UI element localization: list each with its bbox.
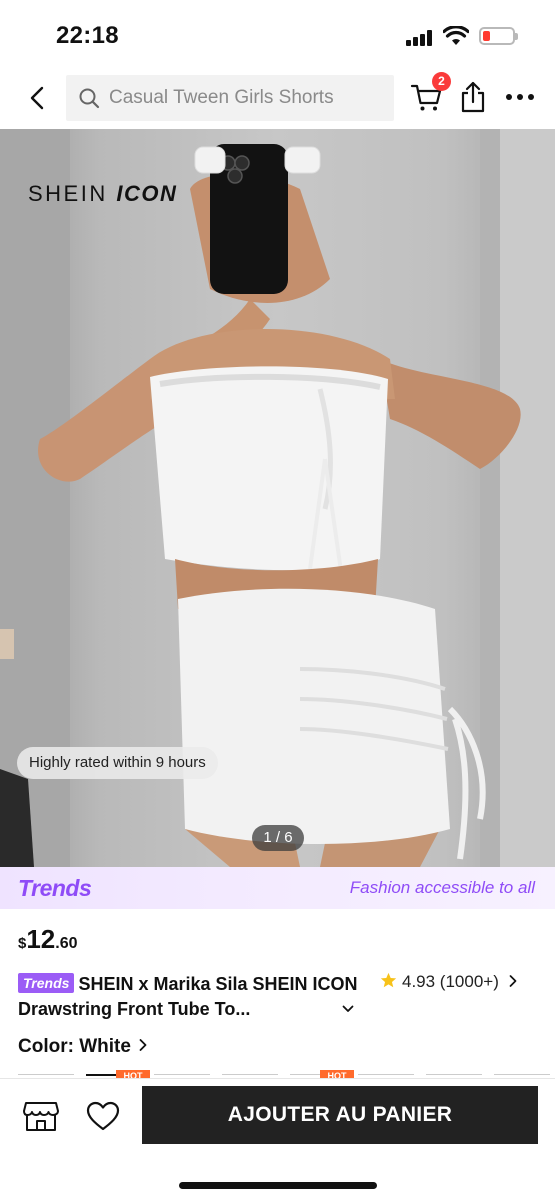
- hot-tag: HOT: [320, 1070, 354, 1078]
- product-title[interactable]: Trends SHEIN x Marika Sila SHEIN ICON Dra…: [18, 972, 368, 1022]
- image-counter: 1 / 6: [252, 825, 304, 851]
- top-nav: Casual Tween Girls Shorts 2: [0, 70, 555, 128]
- trends-tag: Trends: [18, 973, 75, 993]
- star-icon: [380, 972, 397, 988]
- color-selector[interactable]: Color: White: [18, 1036, 147, 1058]
- share-icon[interactable]: [460, 80, 486, 114]
- trends-banner[interactable]: Trends Fashion accessible to all: [0, 867, 555, 909]
- bottom-action-bar: AJOUTER AU PANIER: [0, 1078, 555, 1200]
- cart-count-badge: 2: [432, 72, 451, 91]
- price: $12.60: [18, 924, 78, 955]
- wifi-icon: [443, 26, 469, 45]
- search-input[interactable]: Casual Tween Girls Shorts: [66, 75, 394, 121]
- price-integer: 12: [26, 924, 56, 954]
- rating-text: 4.93 (1000+): [402, 972, 499, 991]
- product-image[interactable]: SHEIN ICON Highly rated within 9 hours 1…: [0, 129, 555, 867]
- battery-icon: [479, 27, 518, 45]
- trends-tagline: Fashion accessible to all: [349, 878, 535, 897]
- status-bar: 22:18: [0, 0, 555, 70]
- chevron-right-icon: [139, 1039, 147, 1051]
- brand-logo: SHEIN ICON: [28, 181, 178, 206]
- highly-rated-badge: Highly rated within 9 hours: [17, 747, 218, 779]
- price-decimal: .60: [55, 935, 78, 952]
- back-icon[interactable]: [24, 82, 52, 114]
- search-placeholder: Casual Tween Girls Shorts: [109, 87, 334, 108]
- add-to-cart-button[interactable]: AJOUTER AU PANIER: [142, 1086, 538, 1144]
- more-options-icon[interactable]: [506, 94, 536, 102]
- color-label: Color: White: [18, 1036, 131, 1057]
- chevron-right-icon: [509, 975, 517, 987]
- trends-logo: Trends: [18, 875, 92, 901]
- product-rating[interactable]: 4.93 (1000+): [380, 972, 517, 992]
- status-time: 22:18: [56, 22, 119, 49]
- color-swatches: HOT HOT: [18, 1070, 555, 1078]
- home-indicator: [179, 1182, 377, 1189]
- cellular-signal-icon: [406, 30, 434, 46]
- heart-icon[interactable]: [85, 1100, 121, 1132]
- store-icon[interactable]: [22, 1099, 60, 1133]
- chevron-down-icon[interactable]: [342, 1005, 354, 1013]
- search-icon: [79, 88, 100, 109]
- hot-tag: HOT: [116, 1070, 150, 1078]
